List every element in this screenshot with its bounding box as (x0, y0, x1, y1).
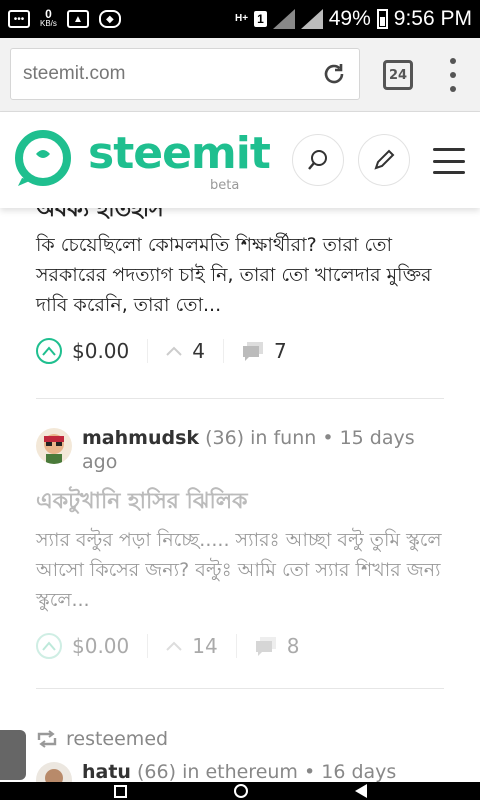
votes-count: 4 (192, 339, 205, 363)
chevron-up-icon (166, 641, 182, 651)
payout-stat[interactable]: $0.00 (36, 338, 147, 364)
status-bar: ••• 0 KB/s ▲ ◆ H+ 1 49% 9:56 PM (0, 0, 480, 38)
tab-switcher-button[interactable]: 24 (383, 60, 413, 90)
logo-wordmark[interactable]: steemit (88, 128, 271, 179)
back-button-icon[interactable] (354, 784, 367, 798)
comments-icon (243, 342, 263, 361)
avatar[interactable] (36, 762, 72, 782)
hamburger-menu-icon[interactable] (433, 148, 465, 174)
comments-count: 7 (274, 339, 287, 363)
search-icon (308, 150, 327, 170)
search-button[interactable] (292, 134, 344, 186)
chat-icon: ••• (8, 10, 30, 28)
post-item: কি চেয়েছিলো কোমলমতি শিক্ষার্থীরা? তারা … (36, 230, 444, 370)
network-type: H+ (235, 13, 249, 24)
url-text[interactable]: steemit.com (23, 63, 125, 85)
sim-slot: 1 (254, 11, 267, 27)
post-excerpt[interactable]: কি চেয়েছিলো কোমলমতি শিক্ষার্থীরা? তারা … (36, 230, 444, 320)
submit-post-button[interactable] (358, 134, 410, 186)
comments-count: 8 (286, 634, 300, 658)
payout-value[interactable]: $0.00 (72, 634, 129, 658)
votes-stat[interactable]: 14 (147, 634, 235, 658)
steemit-logo-icon[interactable] (14, 130, 72, 188)
system-nav-bar (0, 782, 480, 800)
site-header: steemit beta (0, 112, 480, 208)
post-divider (36, 688, 444, 689)
clock: 9:56 PM (393, 7, 472, 30)
resteem-row: resteemed (36, 728, 444, 750)
signal-icon (272, 9, 295, 29)
post-excerpt[interactable]: স্যার বল্টুর পড়া নিচ্ছে..... স্যারঃ আচ্… (36, 525, 444, 615)
post-divider (36, 398, 444, 399)
comments-stat[interactable]: 7 (223, 339, 305, 363)
recents-button-icon[interactable] (113, 784, 127, 798)
votes-stat[interactable]: 4 (147, 339, 223, 363)
resteem-label: resteemed (66, 728, 169, 750)
comments-stat[interactable]: 8 (235, 634, 318, 658)
post-author-row: hatu (66) in ethereum • 16 days (36, 760, 444, 782)
payout-value[interactable]: $0.00 (72, 339, 129, 363)
author-reputation: (66) (137, 761, 177, 782)
post-item: resteemed hatu (66) in ethereum • 16 day… (36, 728, 444, 782)
side-drawer-handle[interactable] (0, 730, 26, 780)
battery-icon (376, 9, 388, 29)
battery-percent: 49% (328, 7, 371, 30)
game-controller-icon: ◆ (98, 10, 121, 28)
address-bar[interactable]: steemit.com (10, 48, 360, 100)
home-button-icon[interactable] (233, 784, 248, 798)
image-icon: ▲ (66, 10, 89, 28)
post-stats: $0.00 14 8 (36, 627, 444, 665)
post-author-row: mahmudsk (36) in funn • 15 days ago (36, 426, 444, 474)
avatar[interactable] (36, 428, 72, 464)
post-title-partial[interactable]: অবক্য হাতহাস (36, 208, 164, 229)
author-name[interactable]: mahmudsk (82, 427, 199, 449)
post-title[interactable]: একটুখানি হাসির ঝিলিক (36, 484, 444, 521)
payout-stat[interactable]: $0.00 (36, 633, 147, 659)
post-stats: $0.00 4 7 (36, 332, 444, 370)
network-speed-unit: KB/s (40, 19, 57, 28)
logo-beta-badge: beta (210, 178, 240, 193)
post-feed: অবক্য হাতহাস কি চেয়েছিলো কোমলমতি শিক্ষা… (0, 208, 480, 782)
author-reputation: (36) (205, 427, 245, 449)
browser-toolbar: steemit.com 24 (0, 38, 480, 112)
post-item: mahmudsk (36) in funn • 15 days ago একটু… (36, 426, 444, 665)
network-speed: 0 KB/s (40, 7, 57, 29)
network-speed-value: 0 (45, 7, 52, 21)
post-category-meta[interactable]: in ethereum • 16 days (182, 761, 396, 782)
upvote-icon[interactable] (36, 338, 62, 364)
chevron-up-icon (166, 346, 182, 356)
comments-icon (255, 637, 276, 656)
reload-icon[interactable] (321, 61, 347, 87)
overflow-menu-icon[interactable] (446, 58, 460, 92)
resteem-icon (37, 730, 57, 748)
upvote-icon[interactable] (36, 633, 62, 659)
votes-count: 14 (192, 634, 218, 658)
signal-icon-2 (300, 9, 323, 29)
pencil-icon (374, 149, 395, 170)
author-name[interactable]: hatu (82, 761, 131, 782)
